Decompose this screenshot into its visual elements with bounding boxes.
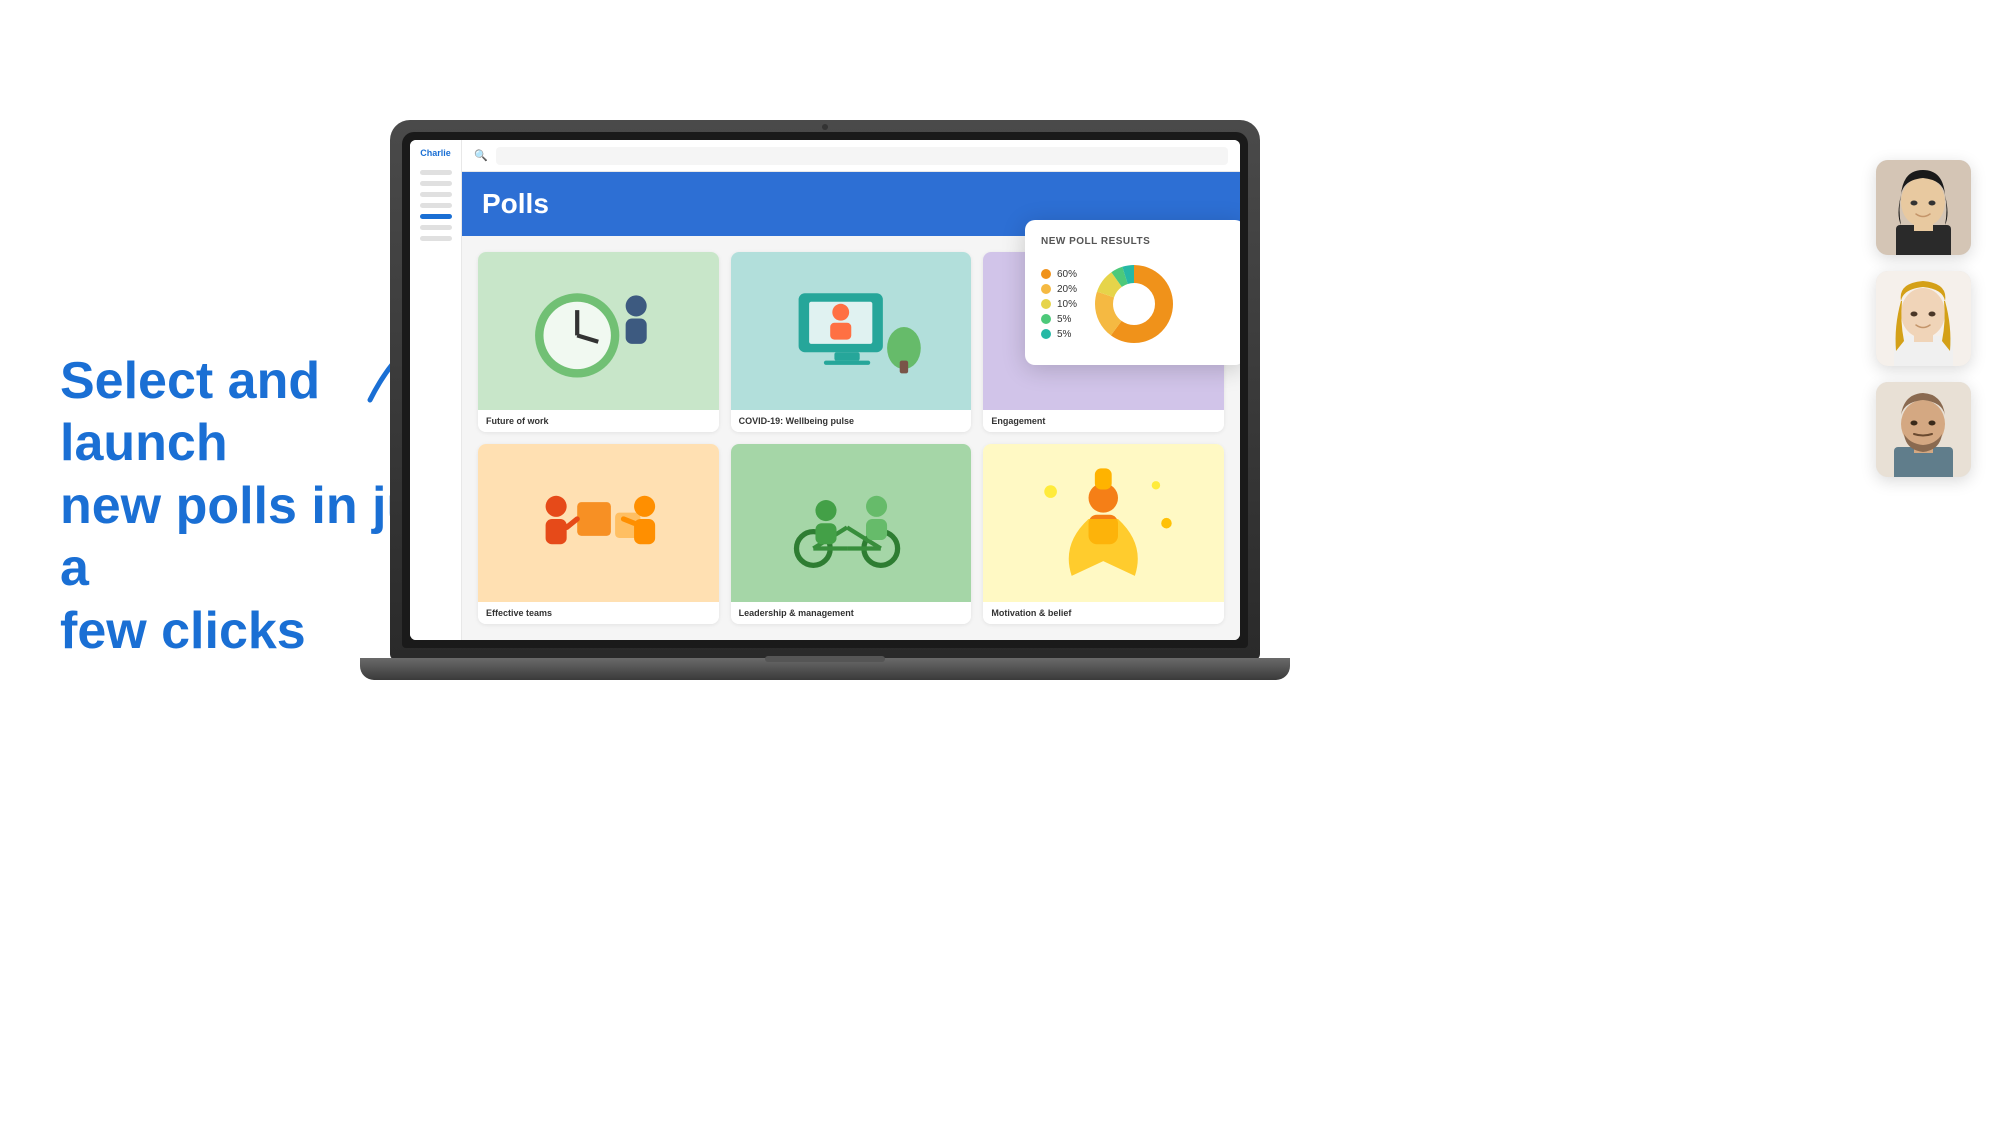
search-bar[interactable]	[496, 147, 1228, 165]
donut-chart	[1089, 259, 1179, 349]
legend-label-4: 5%	[1057, 314, 1071, 325]
poll-results-popup: NEW POLL RESULTS 60% 20%	[1025, 220, 1240, 365]
poll-card-label-1: Future of work	[478, 410, 719, 432]
legend-item-4: 5%	[1041, 314, 1077, 325]
sidebar-item-1[interactable]	[420, 170, 452, 175]
legend-label-2: 20%	[1057, 284, 1077, 295]
laptop-screen: Charlie 🔍	[410, 140, 1240, 640]
avatar-person-3	[1876, 382, 1971, 477]
top-bar: 🔍	[462, 140, 1240, 172]
poll-card-label-4: Effective teams	[478, 602, 719, 624]
popup-title: NEW POLL RESULTS	[1041, 236, 1229, 247]
legend-label-3: 10%	[1057, 299, 1077, 310]
legend-label-5: 5%	[1057, 329, 1071, 340]
laptop-bezel: Charlie 🔍	[402, 132, 1248, 648]
avatar-person-1	[1876, 160, 1971, 255]
poll-card-leadership[interactable]: Leadership & management	[731, 444, 972, 624]
laptop-camera	[822, 124, 828, 130]
legend-label-1: 60%	[1057, 269, 1077, 280]
app-ui: Charlie 🔍	[410, 140, 1240, 640]
legend-item-1: 60%	[1041, 269, 1077, 280]
sidebar-item-2[interactable]	[420, 181, 452, 186]
avatars-right	[1876, 160, 1971, 477]
legend-dot-2	[1041, 284, 1051, 294]
laptop: Charlie 🔍	[390, 120, 1260, 680]
laptop-shell: Charlie 🔍	[390, 120, 1260, 660]
main-content: 🔍 Polls	[462, 140, 1240, 640]
legend-dot-5	[1041, 329, 1051, 339]
sidebar-item-3[interactable]	[420, 192, 452, 197]
legend-item-5: 5%	[1041, 329, 1077, 340]
poll-card-image-2	[731, 252, 972, 410]
poll-card-future-of-work[interactable]: Future of work	[478, 252, 719, 432]
poll-card-image-1	[478, 252, 719, 410]
legend-dot-3	[1041, 299, 1051, 309]
sidebar-item-7[interactable]	[420, 236, 452, 241]
poll-card-image-6	[983, 444, 1224, 602]
poll-card-label-6: Motivation & belief	[983, 602, 1224, 624]
poll-card-image-5	[731, 444, 972, 602]
avatar-person-2	[1876, 271, 1971, 366]
legend-item-3: 10%	[1041, 299, 1077, 310]
poll-card-label-5: Leadership & management	[731, 602, 972, 624]
poll-card-motivation[interactable]: Motivation & belief	[983, 444, 1224, 624]
popup-content: 60% 20% 10%	[1041, 259, 1229, 349]
poll-card-label-2: COVID-19: Wellbeing pulse	[731, 410, 972, 432]
sidebar: Charlie	[410, 140, 462, 640]
legend-item-2: 20%	[1041, 284, 1077, 295]
search-icon: 🔍	[474, 149, 488, 162]
sidebar-item-6[interactable]	[420, 225, 452, 230]
poll-card-label-3: Engagement	[983, 410, 1224, 432]
poll-card-effective-teams[interactable]: Effective teams	[478, 444, 719, 624]
poll-card-covid[interactable]: COVID-19: Wellbeing pulse	[731, 252, 972, 432]
laptop-hinge	[765, 656, 885, 662]
polls-title: Polls	[482, 188, 1220, 220]
legend-items: 60% 20% 10%	[1041, 269, 1077, 340]
legend-dot-1	[1041, 269, 1051, 279]
sidebar-item-5-active[interactable]	[420, 214, 452, 219]
laptop-base	[360, 658, 1290, 680]
sidebar-logo: Charlie	[418, 148, 454, 160]
legend-dot-4	[1041, 314, 1051, 324]
sidebar-item-4[interactable]	[420, 203, 452, 208]
poll-card-image-4	[478, 444, 719, 602]
